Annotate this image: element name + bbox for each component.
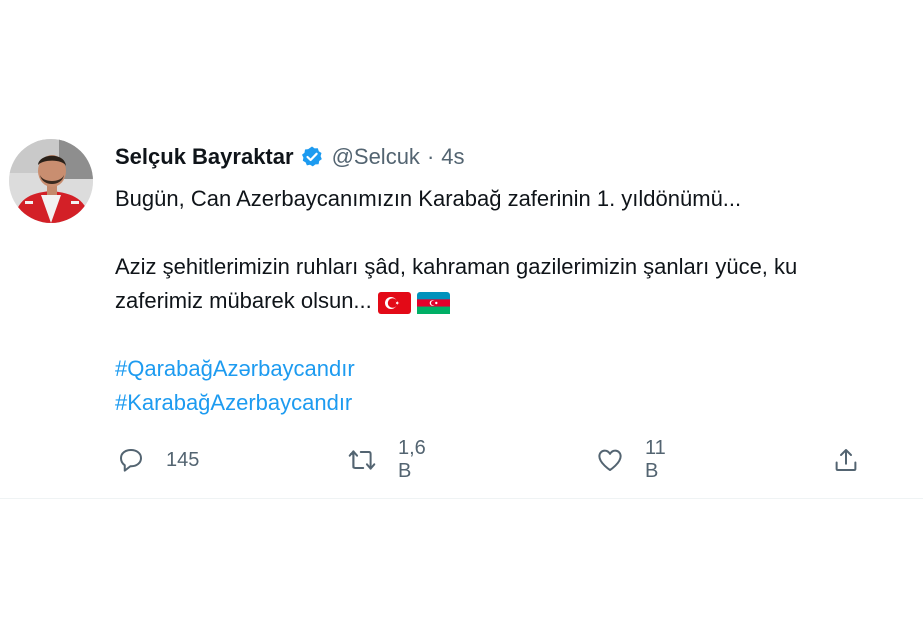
tweet-text-line-3-container: zaferimiz mübarek olsun...	[115, 284, 923, 318]
azerbaijan-flag-icon	[416, 290, 450, 314]
tweet-card[interactable]: Selçuk Bayraktar @Selcuk · 4s Bugün, Can…	[0, 0, 923, 499]
author-name[interactable]: Selçuk Bayraktar	[115, 144, 294, 170]
turkey-flag-icon	[377, 290, 411, 314]
tweet-text-line-1: Bugün, Can Azerbaycanımızın Karabağ zafe…	[115, 186, 742, 211]
tweet-text-line-3: zaferimiz mübarek olsun...	[115, 288, 372, 313]
separator-dot: ·	[426, 144, 435, 169]
retweet-button[interactable]: 1,6 B	[346, 437, 426, 482]
reply-button[interactable]: 145	[116, 440, 199, 480]
heart-icon	[595, 445, 625, 475]
share-icon	[831, 445, 861, 475]
verified-badge-icon	[300, 145, 324, 169]
like-count: 11 B	[645, 437, 666, 482]
author-handle[interactable]: @Selcuk	[332, 144, 420, 170]
reply-count: 145	[166, 448, 200, 471]
reply-icon	[116, 445, 146, 475]
retweet-icon	[346, 445, 378, 475]
avatar[interactable]	[9, 139, 93, 223]
tweet-text-line-2: Aziz şehitlerimizin ruhları şâd, kahrama…	[115, 254, 798, 279]
retweet-count: 1,6 B	[398, 437, 426, 482]
hashtag-link-2[interactable]: #KarabağAzerbaycandır	[115, 386, 352, 420]
like-button[interactable]: 11 B	[595, 437, 666, 482]
hashtag-link-1[interactable]: #QarabağAzərbaycandır	[115, 352, 355, 386]
share-button[interactable]	[831, 440, 861, 480]
tweet-timestamp[interactable]: 4s	[441, 144, 464, 170]
tweet-header: Selçuk Bayraktar @Selcuk · 4s	[115, 142, 465, 172]
